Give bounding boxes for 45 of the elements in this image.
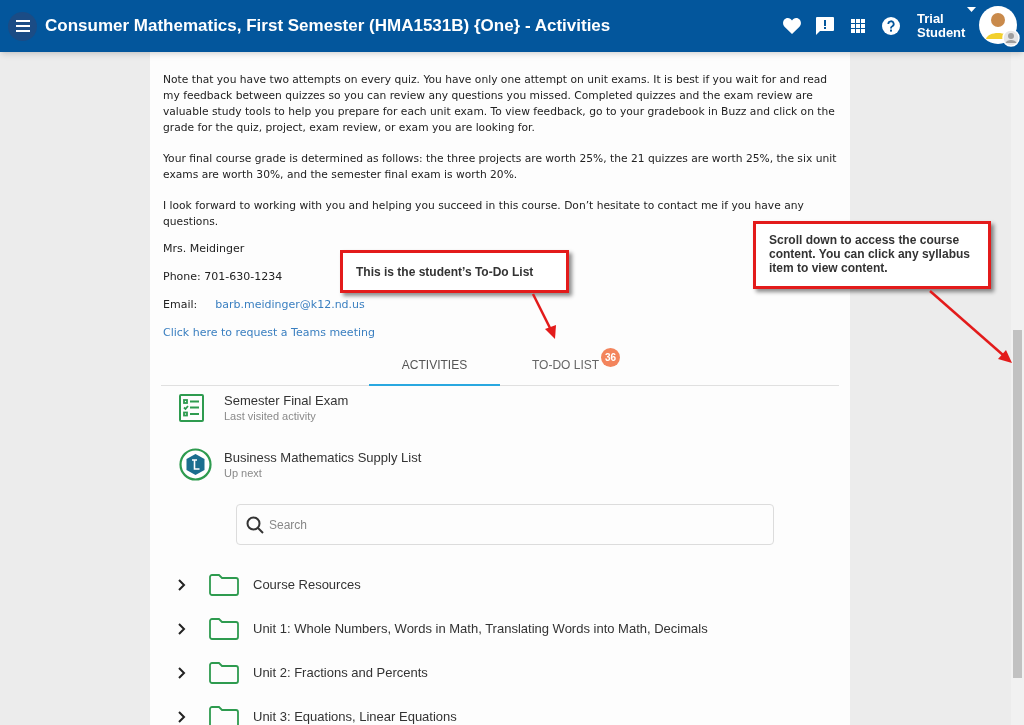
folder-icon — [209, 618, 239, 640]
heart-icon — [782, 18, 801, 34]
chevron-icon — [176, 623, 188, 635]
folder-icon — [209, 706, 239, 725]
folder-icon — [209, 662, 239, 684]
tab[interactable]: TO-DO LIST 36 — [500, 346, 631, 386]
count-badge: 36 — [601, 348, 620, 367]
teams-meeting-link[interactable]: Click here to request a Teams meeting — [163, 325, 375, 341]
caret-icon — [967, 7, 976, 12]
folder-title[interactable]: Course Resources — [253, 575, 361, 595]
phone-text: Phone: 701-630-1234 — [163, 269, 283, 285]
checklist-icon — [179, 394, 204, 422]
scrollbar-thumb[interactable] — [1013, 330, 1022, 678]
hexagon-badge-icon — [179, 448, 212, 481]
alert-message-icon — [815, 17, 834, 35]
user-menu[interactable]: Trial Student — [917, 5, 1020, 47]
callout-box: This is the student’s To-Do List — [340, 250, 569, 293]
folder-icon — [209, 574, 239, 596]
tab[interactable]: ACTIVITIES — [369, 346, 500, 386]
activity-title[interactable]: Business Mathematics Supply List — [224, 448, 422, 466]
paragraph: Note that you have two attempts on every quiz. You have only one attempt on unit exams. It is best if you wait for and read my feedback between quizzes so you can review any questions you missed. Completed quizzes and the exam review are valuable study tools to help you prepare for each unit exam. To view feedback, go to your gradebook in Buzz and click on the grade for the quiz, project, exam review, or exam you are looking for. — [163, 72, 836, 136]
paragraph: Your final course grade is determined as follows: the three projects are worth 25%, the 21 quizzes are worth 25%, the six unit exams are worth 30%, and the semester final exam is worth 20%. — [163, 151, 837, 183]
callout-box: Scroll down to access the course content. You can click any syllabus item to view content. — [753, 221, 991, 289]
activity-subtitle: Up next — [224, 465, 263, 481]
email-label: Email: — [163, 297, 198, 313]
signature-text: Mrs. Meidinger — [163, 241, 245, 257]
menu-icon — [15, 20, 30, 32]
search-field[interactable]: Search — [236, 504, 774, 545]
activity-subtitle: Last visited activity — [224, 409, 317, 424]
chevron-icon — [176, 667, 188, 679]
arrow — [531, 293, 556, 339]
search-icon — [246, 515, 264, 534]
grid-icon — [850, 19, 865, 33]
help-icon — [881, 17, 900, 35]
folder-title[interactable]: Unit 3: Equations, Linear Equations — [253, 707, 457, 725]
avatar-icon — [978, 5, 1020, 47]
folder-title[interactable]: Unit 1: Whole Numbers, Words in Math, Translating Words into Math, Decimals — [253, 619, 708, 639]
page-title: Consumer Mathematics, First Semester (HMA1531B) {One} - Activities — [45, 15, 611, 38]
search-input[interactable]: Search — [269, 515, 764, 534]
email-link[interactable]: barb.meidinger@k12.nd.us — [215, 297, 365, 313]
chevron-icon — [176, 579, 188, 591]
activity-title[interactable]: Semester Final Exam — [224, 392, 349, 409]
folder-title[interactable]: Unit 2: Fractions and Percents — [253, 663, 428, 683]
chevron-icon — [176, 711, 188, 723]
menu-button[interactable] — [8, 11, 37, 41]
